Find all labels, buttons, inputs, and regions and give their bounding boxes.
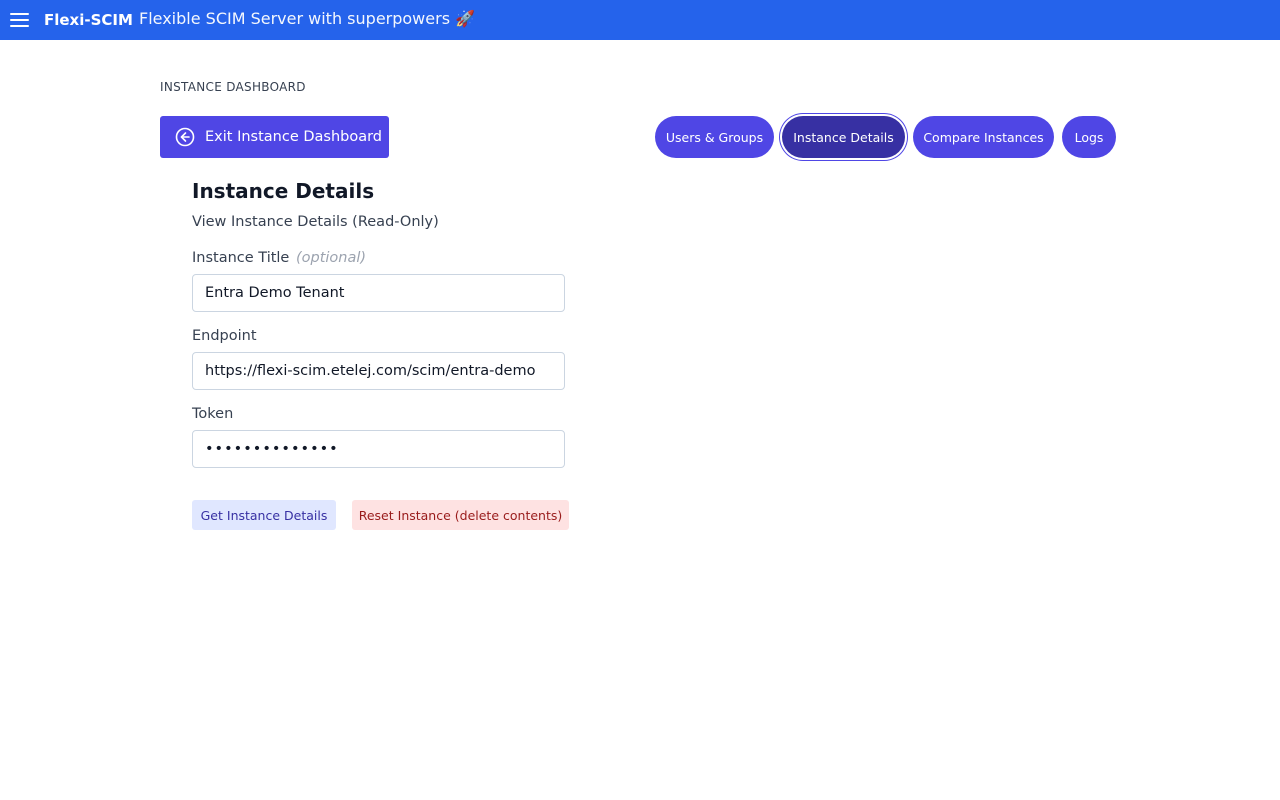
instance-title-field[interactable] [192, 274, 565, 312]
top-bar: Flexi-SCIM Flexible SCIM Server with sup… [0, 0, 1280, 40]
arrow-left-circle-icon [175, 127, 195, 147]
tab-logs[interactable]: Logs [1062, 116, 1116, 158]
instance-title-label-text: Instance Title [192, 250, 290, 266]
reset-instance-button[interactable]: Reset Instance (delete contents) [352, 500, 569, 530]
app-tagline: Flexible SCIM Server with superpowers 🚀 [139, 9, 476, 28]
endpoint-field[interactable] [192, 352, 565, 390]
app-brand[interactable]: Flexi-SCIM [44, 10, 133, 30]
exit-dashboard-label: Exit Instance Dashboard [205, 129, 383, 145]
tab-compare-instances[interactable]: Compare Instances [913, 116, 1054, 158]
instance-title-label: Instance Title (optional) [192, 250, 366, 266]
page-subtitle: View Instance Details (Read-Only) [192, 214, 439, 230]
optional-note: (optional) [295, 250, 367, 266]
page-title: Instance Details [192, 179, 375, 203]
breadcrumb: INSTANCE DASHBOARD [160, 80, 306, 94]
token-label: Token [192, 406, 234, 422]
tab-users-groups[interactable]: Users & Groups [655, 116, 774, 158]
get-instance-details-button[interactable]: Get Instance Details [192, 500, 336, 530]
tab-instance-details[interactable]: Instance Details [782, 116, 905, 158]
endpoint-label: Endpoint [192, 328, 257, 344]
hamburger-menu-icon[interactable] [10, 10, 30, 30]
token-field[interactable] [192, 430, 565, 468]
exit-dashboard-button[interactable]: Exit Instance Dashboard [160, 116, 389, 158]
